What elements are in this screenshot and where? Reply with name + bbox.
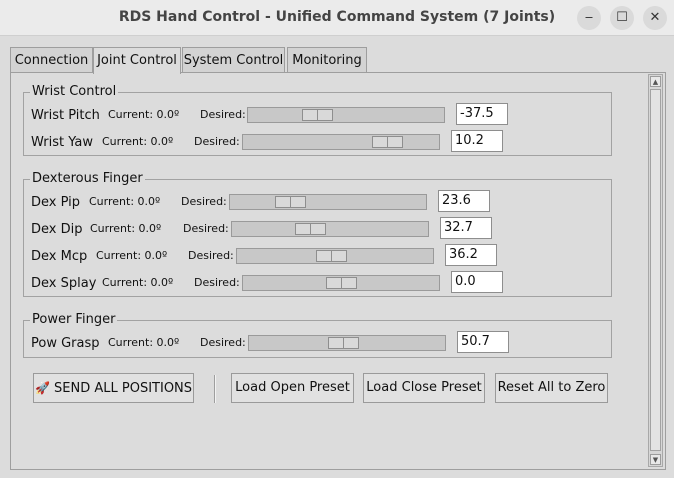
joint-label-dex-mcp: Dex Mcp	[31, 249, 88, 264]
scroll-down-icon[interactable]: ▼	[650, 454, 661, 465]
value-input-wrist-pitch[interactable]: -37.5	[456, 103, 508, 125]
send-all-positions-label: SEND ALL POSITIONS	[54, 381, 193, 396]
slider-handle[interactable]	[326, 277, 357, 289]
value-input-pow-grasp[interactable]: 50.7	[457, 331, 509, 353]
load-close-preset-button[interactable]: Load Close Preset	[363, 373, 485, 403]
close-button[interactable]: ✕	[643, 6, 667, 30]
group-title: Dexterous Finger	[30, 171, 145, 186]
value-input-dex-mcp[interactable]: 36.2	[445, 244, 497, 266]
value-input-wrist-yaw[interactable]: 10.2	[451, 130, 503, 152]
title-bar: RDS Hand Control - Unified Command Syste…	[0, 0, 674, 36]
minimize-button[interactable]: ‒	[577, 6, 601, 30]
slider-dex-dip[interactable]	[231, 221, 429, 237]
current-value-wrist-pitch: Current: 0.0º	[108, 108, 180, 121]
send-all-positions-button[interactable]: 🚀 SEND ALL POSITIONS	[33, 373, 194, 403]
desired-label-wrist-yaw: Desired:	[194, 135, 240, 148]
joint-label-dex-pip: Dex Pip	[31, 195, 81, 210]
window-title: RDS Hand Control - Unified Command Syste…	[118, 9, 556, 25]
slider-handle[interactable]	[328, 337, 359, 349]
slider-handle[interactable]	[295, 223, 326, 235]
desired-label-dex-pip: Desired:	[181, 195, 227, 208]
slider-dex-pip[interactable]	[229, 194, 427, 210]
reset-all-to-zero-button[interactable]: Reset All to Zero	[495, 373, 608, 403]
current-value-dex-pip: Current: 0.0º	[89, 195, 161, 208]
joint-label-dex-splay: Dex Splay	[31, 276, 97, 291]
scrollbar-thumb[interactable]	[650, 89, 661, 451]
app-window: RDS Hand Control - Unified Command Syste…	[0, 0, 674, 478]
joint-label-wrist-pitch: Wrist Pitch	[31, 108, 100, 123]
tab-connection[interactable]: Connection	[10, 47, 93, 73]
slider-handle[interactable]	[302, 109, 333, 121]
slider-pow-grasp[interactable]	[248, 335, 446, 351]
slider-handle[interactable]	[316, 250, 347, 262]
value-input-dex-splay[interactable]: 0.0	[451, 271, 503, 293]
current-value-wrist-yaw: Current: 0.0º	[102, 135, 174, 148]
value-input-dex-pip[interactable]: 23.6	[438, 190, 490, 212]
joint-label-pow-grasp: Pow Grasp	[31, 336, 100, 351]
tab-monitoring[interactable]: Monitoring	[287, 47, 367, 73]
desired-label-wrist-pitch: Desired:	[200, 108, 246, 121]
scroll-up-icon[interactable]: ▲	[650, 76, 661, 87]
slider-wrist-yaw[interactable]	[242, 134, 440, 150]
slider-handle[interactable]	[372, 136, 403, 148]
slider-dex-splay[interactable]	[242, 275, 440, 291]
rocket-icon: 🚀	[34, 381, 50, 395]
load-open-preset-button[interactable]: Load Open Preset	[231, 373, 354, 403]
tab-joint-control[interactable]: Joint Control	[93, 47, 181, 74]
group-title: Wrist Control	[30, 84, 119, 99]
joint-label-wrist-yaw: Wrist Yaw	[31, 135, 93, 150]
desired-label-dex-splay: Desired:	[194, 276, 240, 289]
current-value-dex-dip: Current: 0.0º	[90, 222, 162, 235]
current-value-dex-splay: Current: 0.0º	[102, 276, 174, 289]
tab-system-control[interactable]: System Control	[182, 47, 285, 73]
slider-wrist-pitch[interactable]	[247, 107, 445, 123]
vertical-scrollbar[interactable]: ▲ ▼	[648, 74, 663, 467]
desired-label-pow-grasp: Desired:	[200, 336, 246, 349]
maximize-button[interactable]: ☐	[610, 6, 634, 30]
current-value-pow-grasp: Current: 0.0º	[108, 336, 180, 349]
slider-dex-mcp[interactable]	[236, 248, 434, 264]
group-title: Power Finger	[30, 312, 118, 327]
current-value-dex-mcp: Current: 0.0º	[96, 249, 168, 262]
desired-label-dex-mcp: Desired:	[188, 249, 234, 262]
slider-handle[interactable]	[275, 196, 306, 208]
desired-label-dex-dip: Desired:	[183, 222, 229, 235]
button-separator	[214, 375, 216, 403]
value-input-dex-dip[interactable]: 32.7	[440, 217, 492, 239]
joint-label-dex-dip: Dex Dip	[31, 222, 83, 237]
